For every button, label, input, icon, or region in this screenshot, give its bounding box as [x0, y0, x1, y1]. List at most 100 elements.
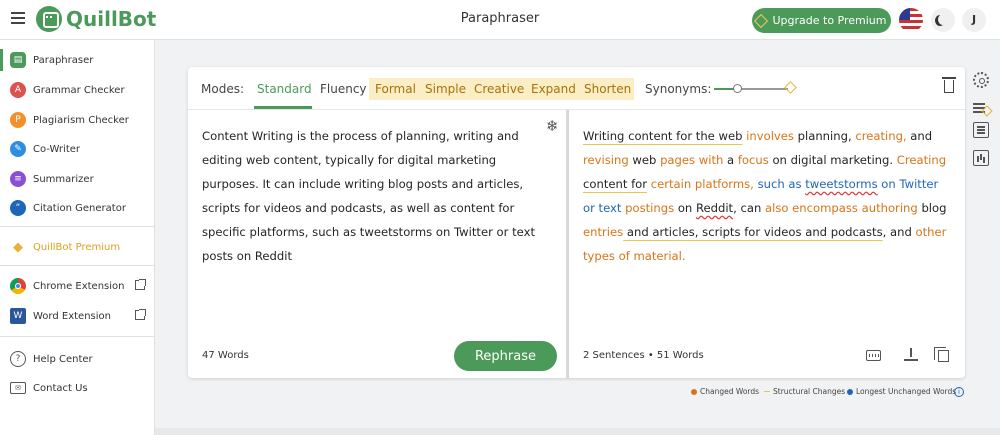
sidebar-item-label: Co-Writer: [33, 143, 81, 155]
sidebar: ▤ Paraphraser A Grammar Checker P Plagia…: [0, 40, 155, 435]
sidebar-item-quillbot-premium[interactable]: ◆ QuillBot Premium: [0, 236, 155, 258]
sidebar-divider: [0, 265, 155, 266]
output-segment[interactable]: involves: [746, 129, 794, 143]
sidebar-item-plagiarism-checker[interactable]: P Plagiarism Checker: [0, 109, 155, 131]
output-segment: and: [906, 129, 933, 143]
chrome-icon: [10, 278, 26, 294]
mode-shorten[interactable]: Shorten: [584, 82, 631, 96]
output-segment[interactable]: postings: [625, 201, 674, 215]
output-segment[interactable]: Creating: [897, 153, 946, 167]
paraphraser-history-icon[interactable]: [973, 122, 989, 138]
settings-gear-icon[interactable]: [973, 72, 989, 88]
keyboard-icon[interactable]: [866, 350, 881, 361]
sidebar-item-label: Chrome Extension: [33, 280, 125, 292]
sidebar-item-label: Paraphraser: [33, 54, 94, 66]
mode-standard[interactable]: Standard: [257, 82, 312, 96]
sidebar-item-label: Help Center: [33, 353, 93, 365]
upgrade-button[interactable]: Upgrade to Premium: [752, 8, 891, 33]
modes-label: Modes:: [201, 82, 244, 96]
legend-label: Structural Changes: [773, 387, 846, 396]
download-icon[interactable]: [904, 348, 919, 362]
output-segment[interactable]: entries: [583, 225, 623, 239]
freeze-words-icon[interactable]: ❄: [546, 117, 559, 135]
column-divider[interactable]: [566, 110, 569, 378]
output-segment: blog: [917, 201, 947, 215]
sidebar-item-label: Contact Us: [33, 382, 88, 394]
synonyms-label: Synonyms:: [645, 82, 712, 96]
sidebar-divider: [0, 226, 155, 227]
external-link-icon: [135, 279, 146, 290]
legend-label: Changed Words: [700, 387, 760, 396]
input-text-area[interactable]: Content Writing is the process of planni…: [202, 124, 547, 268]
sidebar-item-paraphraser[interactable]: ▤ Paraphraser: [0, 49, 155, 71]
output-segment[interactable]: also encompass authoring: [765, 201, 918, 215]
output-segment[interactable]: focus: [738, 153, 769, 167]
sidebar-item-label: Plagiarism Checker: [33, 114, 129, 126]
output-segment[interactable]: Reddit: [696, 201, 733, 215]
statistics-icon[interactable]: [973, 150, 989, 166]
info-icon[interactable]: i: [954, 387, 964, 397]
compare-modes-icon[interactable]: [973, 99, 989, 115]
co-writer-icon: ✎: [10, 141, 26, 157]
output-segment[interactable]: such as: [758, 177, 806, 191]
output-segment: , and: [882, 225, 916, 239]
output-segment[interactable]: and articles, scripts for videos and pod…: [623, 225, 883, 239]
output-stats: 2 Sentences • 51 Words: [583, 350, 704, 361]
external-link-icon: [135, 309, 146, 320]
output-segment[interactable]: tweetstorms: [805, 177, 877, 191]
top-bar: QuillBot Paraphraser Upgrade to Premium …: [0, 0, 1000, 40]
output-segment[interactable]: creating,: [855, 129, 906, 143]
output-segment[interactable]: certain platforms,: [651, 177, 754, 191]
bottom-strip: [155, 428, 1000, 435]
mode-fluency[interactable]: Fluency: [320, 82, 367, 96]
plagiarism-icon: P: [10, 112, 26, 128]
output-segment: on digital marketing.: [768, 153, 897, 167]
dark-mode-toggle[interactable]: [931, 8, 955, 32]
output-segment[interactable]: pages with: [660, 153, 723, 167]
legend-structural-changes: Structural Changes: [764, 387, 845, 396]
output-segment[interactable]: content for: [583, 177, 647, 191]
output-segment: a: [723, 153, 738, 167]
paraphraser-icon: ▤: [10, 52, 26, 68]
grammar-icon: A: [10, 82, 26, 98]
sidebar-item-citation-generator[interactable]: “ Citation Generator: [0, 197, 155, 219]
paraphraser-card: Modes: Standard Fluency Formal Simple Cr…: [188, 67, 965, 378]
mode-expand[interactable]: Expand: [531, 82, 576, 96]
active-mode-indicator: [254, 106, 312, 109]
mode-creative[interactable]: Creative: [474, 82, 524, 96]
word-icon: W: [10, 308, 26, 324]
rephrase-button[interactable]: Rephrase: [454, 341, 557, 371]
summarizer-icon: ≡: [10, 171, 26, 187]
sidebar-item-grammar-checker[interactable]: A Grammar Checker: [0, 79, 155, 101]
diamond-icon: [754, 13, 769, 28]
output-segment: web: [628, 153, 661, 167]
output-segment: on: [674, 201, 696, 215]
us-flag-icon[interactable]: [899, 8, 923, 32]
citation-icon: “: [10, 200, 26, 216]
output-segment: planning,: [793, 129, 856, 143]
mode-simple[interactable]: Simple: [425, 82, 466, 96]
sidebar-item-contact-us[interactable]: ✉ Contact Us: [0, 377, 155, 399]
premium-diamond-icon: [784, 81, 797, 94]
output-text-area[interactable]: Writing content for the web involves pla…: [583, 124, 948, 268]
output-segment[interactable]: Writing content for the web: [583, 129, 742, 143]
output-segment: , can: [733, 201, 765, 215]
sidebar-item-summarizer[interactable]: ≡ Summarizer: [0, 168, 155, 190]
output-segment[interactable]: revising: [583, 153, 629, 167]
copy-icon[interactable]: [934, 347, 949, 362]
trash-icon[interactable]: [942, 77, 956, 93]
mode-formal[interactable]: Formal: [375, 82, 416, 96]
sidebar-item-label: Citation Generator: [33, 202, 126, 214]
sidebar-item-chrome-extension[interactable]: Chrome Extension: [0, 275, 155, 297]
input-word-count: 47 Words: [202, 350, 249, 361]
synonyms-slider-handle[interactable]: [733, 84, 742, 93]
sidebar-item-co-writer[interactable]: ✎ Co-Writer: [0, 138, 155, 160]
help-icon: ?: [10, 351, 26, 367]
sidebar-item-word-extension[interactable]: W Word Extension: [0, 305, 155, 327]
sidebar-item-help-center[interactable]: ? Help Center: [0, 348, 155, 370]
sidebar-item-label: Word Extension: [33, 310, 111, 322]
sidebar-item-label: Summarizer: [33, 173, 94, 185]
premium-diamond-icon: ◆: [13, 239, 23, 255]
avatar[interactable]: J: [962, 8, 986, 32]
structural-changes-dash-icon: [764, 390, 770, 393]
